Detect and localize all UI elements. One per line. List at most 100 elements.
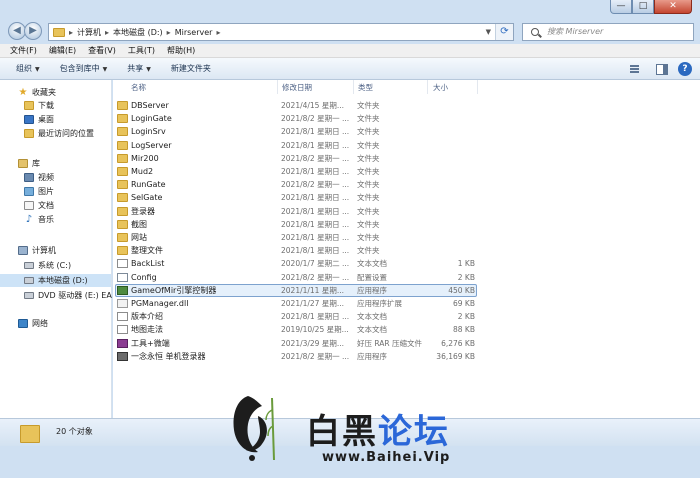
- sidebar-item-dvd-drive[interactable]: DVD 驱动器 (E:) EA: [24, 289, 112, 302]
- minimize-button[interactable]: —: [610, 0, 632, 14]
- column-header-date[interactable]: 修改日期: [282, 82, 312, 94]
- column-divider[interactable]: [353, 80, 354, 94]
- column-divider[interactable]: [477, 80, 478, 94]
- folder-icon: [117, 153, 128, 163]
- table-row[interactable]: 一念永恒 单机登录器 2021/8/2 星期一 ... 应用程序 36,169 KB: [113, 350, 700, 363]
- maximize-button[interactable]: □: [632, 0, 654, 14]
- downloads-folder-icon: [24, 101, 34, 110]
- config-icon: [117, 272, 128, 282]
- sidebar-item-network[interactable]: 网络: [18, 317, 48, 330]
- column-divider[interactable]: [427, 80, 428, 94]
- breadcrumb-separator: ▸: [166, 27, 171, 37]
- sidebar-item-libraries[interactable]: 库: [18, 157, 40, 170]
- sidebar-item-downloads[interactable]: 下载: [24, 99, 54, 112]
- menu-view[interactable]: 查看(V): [88, 44, 116, 57]
- sidebar-item-music[interactable]: ♪ 音乐: [24, 213, 54, 226]
- table-row[interactable]: LoginGate 2021/8/2 星期一 ... 文件夹: [113, 112, 700, 125]
- table-row[interactable]: 登录器 2021/8/1 星期日 ... 文件夹: [113, 205, 700, 218]
- menu-file[interactable]: 文件(F): [10, 44, 37, 57]
- close-button[interactable]: ✕: [654, 0, 692, 14]
- include-in-library-button[interactable]: 包含到库中 ▼: [60, 63, 108, 74]
- file-date: 2021/4/15 星期...: [281, 101, 344, 110]
- organize-button[interactable]: 组织 ▼: [16, 63, 40, 74]
- file-size: [413, 178, 475, 191]
- search-placeholder: 搜索 Mirserver: [547, 27, 604, 36]
- table-row[interactable]: 版本介绍 2021/8/1 星期日 ... 文本文档 2 KB: [113, 310, 700, 323]
- breadcrumb-mirserver[interactable]: Mirserver: [175, 28, 213, 37]
- column-header-name[interactable]: 名称: [131, 82, 146, 94]
- refresh-icon[interactable]: ⟳: [495, 24, 513, 40]
- drive-icon: [24, 262, 34, 269]
- file-size: [413, 244, 475, 257]
- column-divider[interactable]: [277, 80, 278, 94]
- sidebar-item-desktop[interactable]: 桌面: [24, 113, 54, 126]
- preview-pane-icon[interactable]: [652, 61, 672, 77]
- table-row[interactable]: 地图走法 2019/10/25 星期... 文本文档 88 KB: [113, 323, 700, 336]
- recent-places-icon: [24, 129, 34, 138]
- share-label: 共享: [127, 64, 144, 73]
- sidebar-item-videos[interactable]: 视频: [24, 171, 54, 184]
- table-row[interactable]: BackList 2020/1/7 星期二 ... 文本文档 1 KB: [113, 257, 700, 270]
- table-row[interactable]: LoginSrv 2021/8/1 星期日 ... 文件夹: [113, 125, 700, 138]
- menu-tools[interactable]: 工具(T): [128, 44, 155, 57]
- table-row[interactable]: RunGate 2021/8/2 星期一 ... 文件夹: [113, 178, 700, 191]
- sidebar-item-favorites[interactable]: ★ 收藏夹: [18, 86, 56, 99]
- file-date: 2021/8/2 星期一 ...: [281, 351, 350, 361]
- sidebar-item-label: 收藏夹: [32, 88, 56, 97]
- file-name: 网站: [131, 233, 147, 242]
- search-input[interactable]: 搜索 Mirserver: [522, 23, 694, 41]
- file-name: DBServer: [131, 101, 169, 110]
- new-folder-button[interactable]: 新建文件夹: [171, 63, 211, 74]
- sidebar-item-documents[interactable]: 文档: [24, 199, 54, 212]
- sidebar-item-drive-c[interactable]: 系统 (C:): [24, 259, 71, 272]
- column-header-size[interactable]: 大小: [433, 82, 448, 94]
- menu-help[interactable]: 帮助(H): [167, 44, 195, 57]
- breadcrumb-separator: ▸: [216, 27, 221, 37]
- app-icon: [117, 285, 128, 295]
- folder-icon: [20, 425, 40, 443]
- breadcrumb-drive-d[interactable]: 本地磁盘 (D:): [113, 27, 163, 38]
- view-options-icon[interactable]: [626, 61, 646, 77]
- menu-edit[interactable]: 编辑(E): [49, 44, 76, 57]
- address-bar[interactable]: ▸ 计算机 ▸ 本地磁盘 (D:) ▸ Mirserver ▸ ▼ ⟳: [48, 23, 514, 41]
- video-icon: [24, 173, 34, 182]
- sidebar-item-pictures[interactable]: 图片: [24, 185, 54, 198]
- watermark-url: www.Baihei.Vip: [322, 450, 451, 465]
- explorer-window: — □ ✕ ◀ ▶ ▸ 计算机 ▸ 本地磁盘 (D:) ▸ Mirserver …: [0, 0, 700, 478]
- table-row[interactable]: 截图 2021/8/1 星期日 ... 文件夹: [113, 218, 700, 231]
- view-controls: ?: [626, 58, 700, 80]
- table-row[interactable]: 网站 2021/8/1 星期日 ... 文件夹: [113, 231, 700, 244]
- breadcrumb-separator: ▸: [105, 27, 110, 37]
- sidebar-item-recent[interactable]: 最近访问的位置: [24, 127, 94, 140]
- chevron-down-icon[interactable]: ▼: [486, 28, 491, 36]
- sidebar-item-drive-d[interactable]: 本地磁盘 (D:): [0, 274, 111, 287]
- file-size: 450 KB: [448, 285, 475, 295]
- table-row[interactable]: LogServer 2021/8/1 星期日 ... 文件夹: [113, 139, 700, 152]
- folder-icon: [117, 206, 128, 216]
- table-row[interactable]: 工具+微端 2021/3/29 星期... 好压 RAR 压缩文件 6,276 KB: [113, 337, 700, 350]
- file-size: [413, 112, 475, 125]
- text-icon: [117, 312, 128, 322]
- table-row[interactable]: Mud2 2021/8/1 星期日 ... 文件夹: [113, 165, 700, 178]
- library-icon: [18, 159, 28, 168]
- file-name: Mir200: [131, 153, 159, 163]
- forward-button[interactable]: ▶: [24, 22, 42, 40]
- table-row[interactable]: Mir200 2021/8/2 星期一 ... 文件夹: [113, 152, 700, 165]
- table-row[interactable]: GameOfMir引擎控制器 2021/1/11 星期... 应用程序 450 KB: [113, 283, 700, 297]
- table-row[interactable]: Config 2021/8/2 星期一 ... 配置设置 2 KB: [113, 271, 700, 284]
- sidebar-item-label: 最近访问的位置: [38, 129, 94, 138]
- share-button[interactable]: 共享 ▼: [127, 63, 151, 74]
- help-icon[interactable]: ?: [678, 62, 692, 76]
- sidebar-item-computer[interactable]: 计算机: [18, 244, 56, 257]
- table-row[interactable]: 整理文件 2021/8/1 星期日 ... 文件夹: [113, 244, 700, 257]
- table-row[interactable]: DBServer 2021/4/15 星期... 文件夹: [113, 99, 700, 112]
- column-header-type[interactable]: 类型: [358, 82, 373, 94]
- file-size: 88 KB: [453, 325, 475, 335]
- table-row[interactable]: PGManager.dll 2021/1/27 星期... 应用程序扩展 69 KB: [113, 297, 700, 310]
- file-name: 工具+微端: [131, 338, 170, 348]
- breadcrumb-computer[interactable]: 计算机: [77, 27, 101, 38]
- table-row[interactable]: SelGate 2021/8/1 星期日 ... 文件夹: [113, 191, 700, 204]
- file-date: 2021/3/29 星期...: [281, 338, 344, 348]
- file-name: LoginGate: [131, 114, 172, 124]
- text-icon: [117, 259, 128, 269]
